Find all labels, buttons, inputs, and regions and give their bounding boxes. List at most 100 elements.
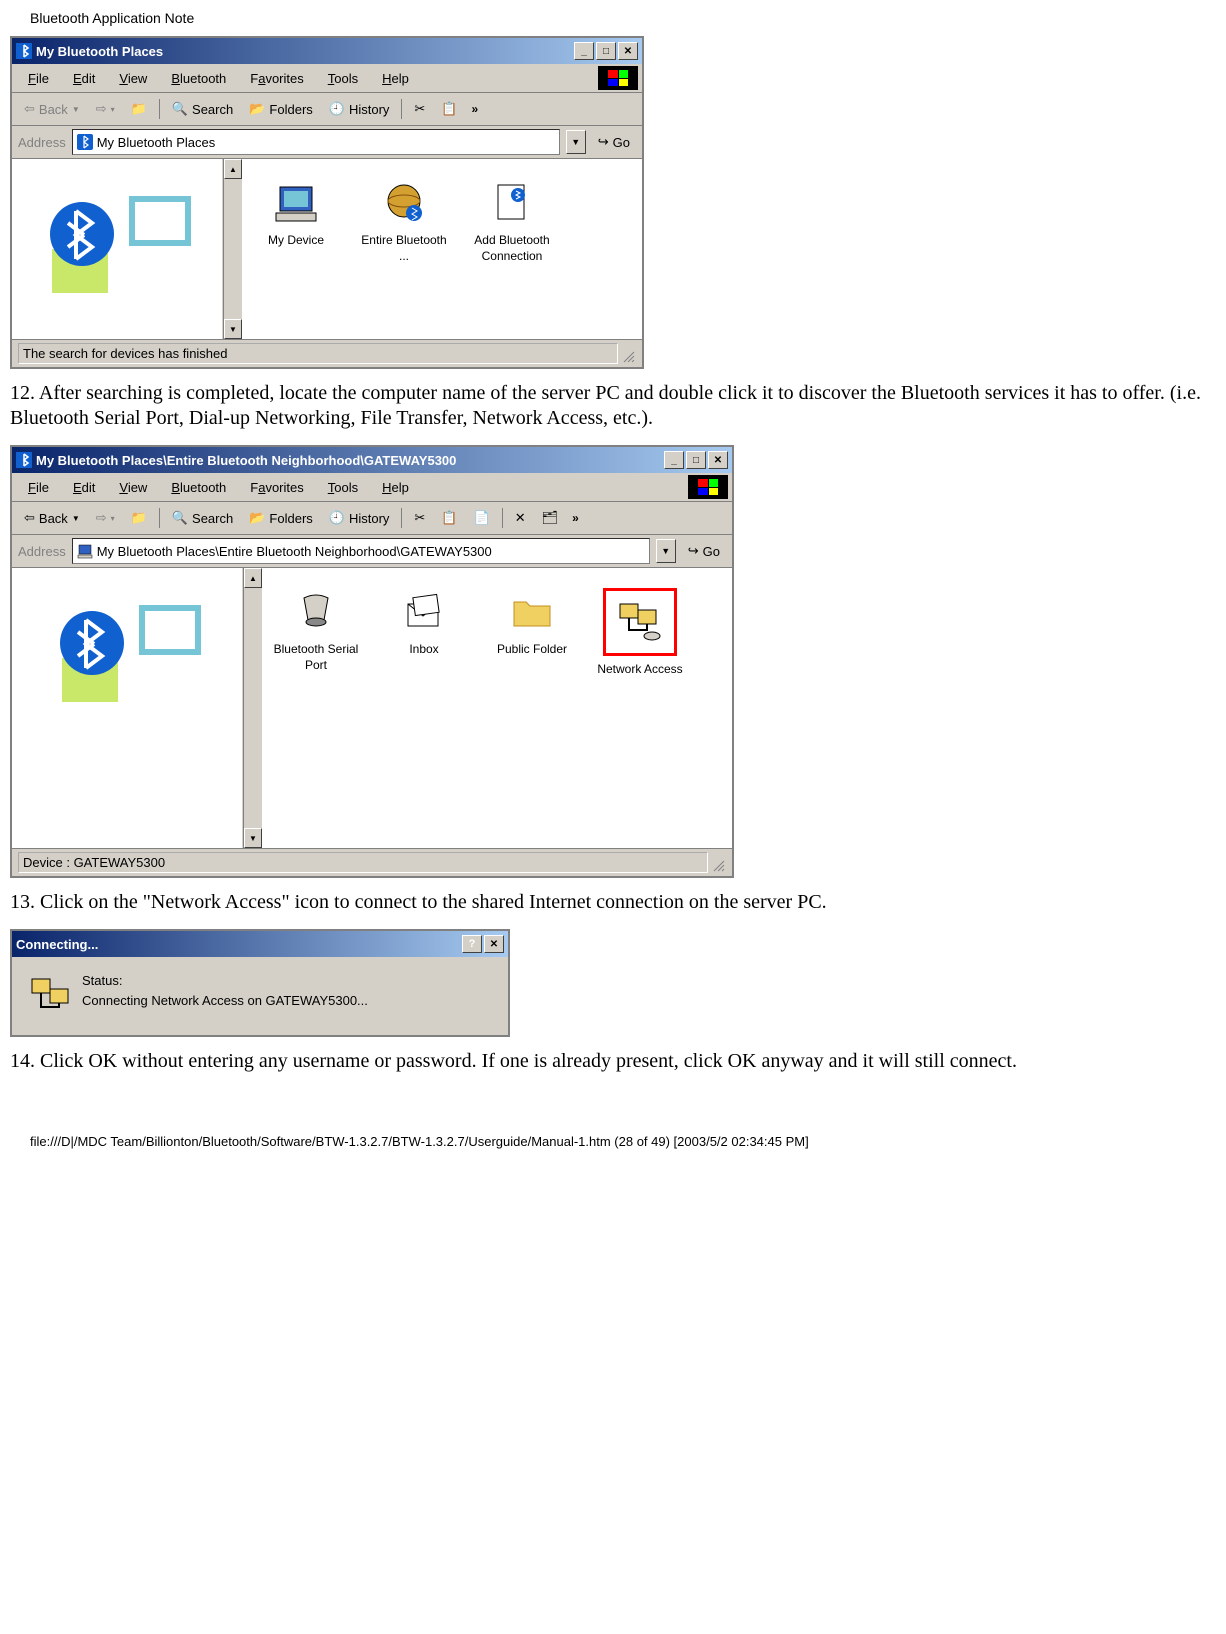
toolbar-overflow[interactable]: » bbox=[568, 509, 583, 527]
scroll-track[interactable] bbox=[224, 179, 242, 319]
menu-tools[interactable]: Tools bbox=[316, 67, 370, 90]
titlebar[interactable]: Connecting... ? ✕ bbox=[12, 931, 508, 957]
close-button[interactable]: ✕ bbox=[708, 451, 728, 469]
icon-public-folder[interactable]: Public Folder bbox=[488, 588, 576, 658]
forward-button[interactable]: ⇨▾ bbox=[90, 97, 121, 121]
go-button[interactable]: ↪Go bbox=[592, 132, 636, 152]
folders-button[interactable]: 📂Folders bbox=[243, 97, 319, 121]
menu-view[interactable]: View bbox=[107, 67, 159, 90]
menu-bluetooth[interactable]: Bluetooth bbox=[159, 67, 238, 90]
bluetooth-icon bbox=[16, 452, 32, 468]
scroll-track[interactable] bbox=[244, 588, 262, 828]
resize-grip[interactable] bbox=[618, 343, 636, 364]
menu-tools[interactable]: Tools bbox=[316, 476, 370, 499]
icon-inbox[interactable]: Inbox bbox=[380, 588, 468, 658]
address-label: Address bbox=[18, 135, 66, 150]
up-button[interactable]: 📁 bbox=[125, 97, 153, 121]
titlebar[interactable]: My Bluetooth Places\Entire Bluetooth Nei… bbox=[12, 447, 732, 473]
cut-button[interactable]: ✂ bbox=[408, 97, 431, 121]
history-button[interactable]: 🕘History bbox=[323, 506, 396, 530]
maximize-button[interactable]: □ bbox=[596, 42, 616, 60]
sidebar-panel bbox=[12, 568, 243, 848]
scrollbar[interactable]: ▲ ▼ bbox=[243, 568, 262, 848]
scroll-up-button[interactable]: ▲ bbox=[244, 568, 262, 588]
menu-view[interactable]: View bbox=[107, 476, 159, 499]
paste-icon: 📄 bbox=[474, 510, 490, 526]
address-field[interactable]: My Bluetooth Places\Entire Bluetooth Nei… bbox=[72, 538, 650, 564]
help-button[interactable]: ? bbox=[462, 935, 482, 953]
search-button[interactable]: 🔍Search bbox=[166, 506, 239, 530]
icon-label: My Device bbox=[252, 233, 340, 249]
menubar: File Edit View Bluetooth Favorites Tools… bbox=[12, 473, 732, 502]
separator bbox=[159, 99, 160, 119]
properties-button[interactable]: 🗂 bbox=[536, 506, 565, 530]
icon-entire-bluetooth[interactable]: Entire Bluetooth ... bbox=[360, 179, 448, 264]
toolbar-overflow[interactable]: » bbox=[468, 100, 483, 118]
folders-icon: 📂 bbox=[249, 101, 265, 117]
forward-button[interactable]: ⇨▾ bbox=[90, 506, 121, 530]
minimize-button[interactable]: _ bbox=[664, 451, 684, 469]
menu-file[interactable]: File bbox=[16, 476, 61, 499]
copy-icon: 📋 bbox=[441, 101, 457, 117]
scroll-up-button[interactable]: ▲ bbox=[224, 159, 242, 179]
search-button[interactable]: 🔍Search bbox=[166, 97, 239, 121]
windows-logo bbox=[598, 66, 638, 90]
copy-button[interactable]: 📋 bbox=[435, 97, 463, 121]
serial-port-icon bbox=[292, 588, 340, 636]
menu-favorites[interactable]: Favorites bbox=[238, 67, 315, 90]
resize-grip[interactable] bbox=[708, 852, 726, 873]
history-icon: 🕘 bbox=[329, 101, 345, 117]
icon-label: Network Access bbox=[596, 662, 684, 678]
close-button[interactable]: ✕ bbox=[484, 935, 504, 953]
history-button[interactable]: 🕘History bbox=[323, 97, 396, 121]
windows-logo bbox=[688, 475, 728, 499]
menubar: File Edit View Bluetooth Favorites Tools… bbox=[12, 64, 642, 93]
go-icon: ↪ bbox=[598, 134, 609, 150]
go-button[interactable]: ↪Go bbox=[682, 541, 726, 561]
icon-my-device[interactable]: My Device bbox=[252, 179, 340, 249]
menu-edit[interactable]: Edit bbox=[61, 67, 107, 90]
back-button[interactable]: ⇦Back▼ bbox=[18, 97, 86, 121]
icon-serial-port[interactable]: Bluetooth Serial Port bbox=[272, 588, 360, 673]
delete-button[interactable]: ✕ bbox=[509, 506, 532, 530]
bluetooth-icon bbox=[16, 43, 32, 59]
icon-label: Add Bluetooth Connection bbox=[468, 233, 556, 264]
address-field[interactable]: My Bluetooth Places bbox=[72, 129, 560, 155]
back-icon: ⇦ bbox=[24, 101, 35, 117]
toolbar: ⇦Back▼ ⇨▾ 📁 🔍Search 📂Folders 🕘History ✂ … bbox=[12, 502, 732, 535]
menu-bluetooth[interactable]: Bluetooth bbox=[159, 476, 238, 499]
titlebar[interactable]: My Bluetooth Places _ □ ✕ bbox=[12, 38, 642, 64]
icon-label: Bluetooth Serial Port bbox=[272, 642, 360, 673]
menu-help[interactable]: Help bbox=[370, 476, 421, 499]
folders-button[interactable]: 📂Folders bbox=[243, 506, 319, 530]
address-bar: Address My Bluetooth Places\Entire Bluet… bbox=[12, 535, 732, 568]
up-button[interactable]: 📁 bbox=[125, 506, 153, 530]
scroll-down-button[interactable]: ▼ bbox=[244, 828, 262, 848]
network-icon bbox=[603, 588, 677, 656]
address-dropdown[interactable]: ▼ bbox=[566, 130, 586, 154]
close-button[interactable]: ✕ bbox=[618, 42, 638, 60]
menu-edit[interactable]: Edit bbox=[61, 476, 107, 499]
search-icon: 🔍 bbox=[172, 101, 188, 117]
minimize-button[interactable]: _ bbox=[574, 42, 594, 60]
menu-file[interactable]: File bbox=[16, 67, 61, 90]
cut-button[interactable]: ✂ bbox=[408, 506, 431, 530]
computer-icon bbox=[272, 179, 320, 227]
copy-button[interactable]: 📋 bbox=[435, 506, 463, 530]
step-12-text: 12. After searching is completed, locate… bbox=[10, 381, 1216, 431]
scroll-down-button[interactable]: ▼ bbox=[224, 319, 242, 339]
scrollbar[interactable]: ▲ ▼ bbox=[223, 159, 242, 339]
properties-icon: 🗂 bbox=[542, 510, 559, 526]
delete-icon: ✕ bbox=[515, 510, 526, 526]
icon-add-connection[interactable]: Add Bluetooth Connection bbox=[468, 179, 556, 264]
paste-button[interactable]: 📄 bbox=[468, 506, 496, 530]
folder-up-icon: 📁 bbox=[131, 510, 147, 526]
maximize-button[interactable]: □ bbox=[686, 451, 706, 469]
menu-help[interactable]: Help bbox=[370, 67, 421, 90]
icon-network-access[interactable]: Network Access bbox=[596, 588, 684, 678]
step-13-text: 13. Click on the "Network Access" icon t… bbox=[10, 890, 1216, 915]
menu-favorites[interactable]: Favorites bbox=[238, 476, 315, 499]
icons-area: Bluetooth Serial Port Inbox Public Folde… bbox=[262, 568, 732, 848]
back-button[interactable]: ⇦Back▼ bbox=[18, 506, 86, 530]
address-dropdown[interactable]: ▼ bbox=[656, 539, 676, 563]
